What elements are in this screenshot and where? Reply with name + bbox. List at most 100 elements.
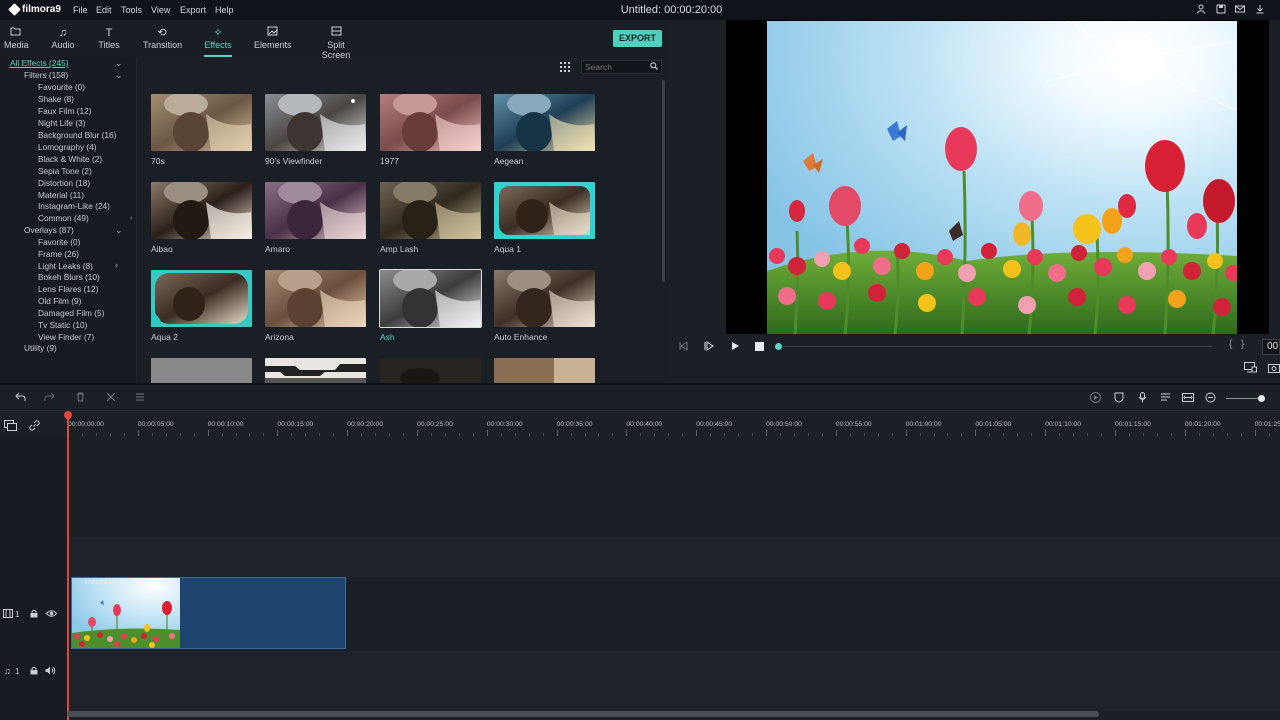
- lock-icon[interactable]: [30, 609, 38, 620]
- category-all-effects[interactable]: All Effects (245): [10, 58, 68, 68]
- ruler-tick: [95, 433, 97, 436]
- tab-split-screen[interactable]: Split Screen: [313, 26, 359, 60]
- effect-thumbnail-90s-viewfinder[interactable]: [265, 94, 366, 151]
- audio-mixer-icon[interactable]: [1160, 392, 1171, 406]
- account-icon[interactable]: [1195, 4, 1206, 15]
- marker-shield-icon[interactable]: [1114, 392, 1124, 406]
- previous-frame-icon[interactable]: [678, 341, 688, 354]
- overlay-lens-flares[interactable]: Lens Flares (12): [38, 284, 98, 294]
- filter-favourite[interactable]: Favourite (0): [38, 82, 85, 92]
- track-lane-empty[interactable]: [67, 437, 1280, 537]
- download-icon[interactable]: [1254, 4, 1265, 15]
- category-filters[interactable]: Filters (158): [24, 70, 68, 80]
- effect-thumbnail-ash[interactable]: [379, 269, 482, 328]
- speaker-icon[interactable]: [45, 666, 56, 677]
- filter-night-life[interactable]: Night Life (3): [38, 118, 86, 128]
- fit-timeline-icon[interactable]: [1182, 392, 1194, 406]
- play-frame-icon[interactable]: [704, 341, 714, 354]
- play-icon[interactable]: [730, 341, 740, 354]
- eye-icon[interactable]: [45, 609, 58, 620]
- category-utility[interactable]: Utility (9): [24, 343, 57, 353]
- tab-elements[interactable]: Elements: [254, 26, 292, 50]
- link-icon[interactable]: [29, 420, 40, 433]
- chevron-down-icon[interactable]: ⌄: [115, 58, 123, 69]
- redo-icon[interactable]: [44, 392, 55, 405]
- mail-icon[interactable]: [1234, 4, 1245, 15]
- undo-icon[interactable]: [15, 392, 26, 405]
- split-cut-icon[interactable]: [106, 392, 116, 405]
- mark-in-icon[interactable]: {: [1229, 339, 1232, 350]
- effect-thumbnail-aegean[interactable]: [494, 94, 595, 151]
- overlay-frame[interactable]: Frame (26): [38, 249, 79, 259]
- filter-shake[interactable]: Shake (8): [38, 94, 74, 104]
- overlay-favorite[interactable]: Favorite (0): [38, 237, 80, 247]
- export-button[interactable]: EXPORT: [613, 30, 662, 47]
- track-lane-empty[interactable]: [67, 537, 1280, 577]
- search-icon[interactable]: [650, 62, 659, 72]
- tab-titles[interactable]: T Titles: [98, 26, 120, 50]
- timecode-display[interactable]: 00: [1262, 339, 1280, 355]
- category-overlays[interactable]: Overlays (87): [24, 225, 74, 235]
- tab-audio[interactable]: ♫ Audio: [51, 26, 75, 50]
- zoom-slider-track[interactable]: [1226, 398, 1262, 399]
- ruler-label: 00:00:05:00: [137, 421, 174, 428]
- search-input[interactable]: [585, 61, 651, 73]
- effect-thumbnail-aqua-1[interactable]: [494, 182, 595, 239]
- chevron-down-icon[interactable]: ⌄: [115, 70, 123, 81]
- stop-icon[interactable]: [755, 342, 764, 354]
- effect-thumbnail-amp-lash[interactable]: [380, 182, 481, 239]
- filter-faux-film[interactable]: Faux Film (12): [38, 106, 91, 116]
- filter-material[interactable]: Material (11): [38, 190, 84, 200]
- search-box[interactable]: [581, 60, 662, 74]
- adjust-icon[interactable]: [135, 392, 145, 405]
- filter-lomography[interactable]: Lomography (4): [38, 142, 97, 152]
- audio-track-lane[interactable]: [67, 651, 1280, 711]
- filter-instagram-like[interactable]: Instagram-Like (24): [38, 201, 110, 211]
- lock-icon[interactable]: [30, 666, 38, 677]
- overlay-view-finder[interactable]: View Finder (7): [38, 332, 94, 342]
- overlay-bokeh-blurs[interactable]: Bokeh Blurs (10): [38, 272, 100, 282]
- overlay-tv-static[interactable]: Tv Static (10): [38, 320, 87, 330]
- timeline-horizontal-scrollbar[interactable]: [67, 711, 1099, 717]
- effect-thumbnail-partial[interactable]: [265, 358, 366, 383]
- effect-thumbnail-aibao[interactable]: [151, 182, 252, 239]
- effect-thumbnail-partial[interactable]: [380, 358, 481, 383]
- playback-progress-track[interactable]: [780, 346, 1212, 347]
- overlay-old-film[interactable]: Old Film (9): [38, 296, 81, 306]
- display-settings-icon[interactable]: [1244, 362, 1257, 376]
- grid-view-icon[interactable]: [560, 62, 570, 74]
- overlay-light-leaks[interactable]: Light Leaks (8): [38, 261, 93, 271]
- render-preview-icon[interactable]: [1090, 392, 1101, 406]
- add-track-icon[interactable]: [4, 420, 17, 433]
- filter-black-white[interactable]: Black & White (2): [38, 154, 102, 164]
- mark-out-icon[interactable]: }: [1241, 339, 1244, 350]
- tab-effects[interactable]: ✧ Effects: [204, 26, 232, 50]
- playback-progress-knob[interactable]: [775, 343, 782, 350]
- filter-background-blur[interactable]: Background Blur (16): [38, 130, 116, 140]
- effect-thumbnail-partial[interactable]: [151, 358, 252, 383]
- zoom-out-icon[interactable]: [1205, 392, 1216, 406]
- playhead[interactable]: [67, 413, 69, 720]
- tab-media[interactable]: Media: [4, 26, 29, 50]
- snapshot-camera-icon[interactable]: [1268, 362, 1280, 376]
- filter-common[interactable]: Common (49): [38, 213, 89, 223]
- effect-thumbnail-arizona[interactable]: [265, 270, 366, 327]
- overlay-damaged-film[interactable]: Damaged Film (5): [38, 308, 104, 318]
- filter-sepia-tone[interactable]: Sepia Tone (2): [38, 166, 92, 176]
- chevron-down-icon[interactable]: ⌄: [115, 225, 123, 236]
- effect-thumbnail-auto-enhance[interactable]: [494, 270, 595, 327]
- effect-thumbnail-amaro[interactable]: [265, 182, 366, 239]
- effect-thumbnail-partial[interactable]: [494, 358, 595, 383]
- effects-scrollbar[interactable]: [662, 80, 665, 282]
- delete-icon[interactable]: [76, 392, 85, 405]
- chevron-right-icon[interactable]: ›: [115, 260, 118, 270]
- save-icon[interactable]: [1215, 4, 1226, 15]
- collapse-sidebar-icon[interactable]: ‹: [130, 215, 132, 222]
- effect-thumbnail-aqua-2[interactable]: [151, 270, 252, 327]
- filter-distortion[interactable]: Distortion (18): [38, 178, 90, 188]
- microphone-icon[interactable]: [1138, 392, 1147, 406]
- effect-thumbnail-1977[interactable]: [380, 94, 481, 151]
- effect-thumbnail-70s[interactable]: [151, 94, 252, 151]
- tab-transition[interactable]: ⟲ Transition: [143, 26, 182, 50]
- zoom-slider-knob[interactable]: [1258, 395, 1265, 402]
